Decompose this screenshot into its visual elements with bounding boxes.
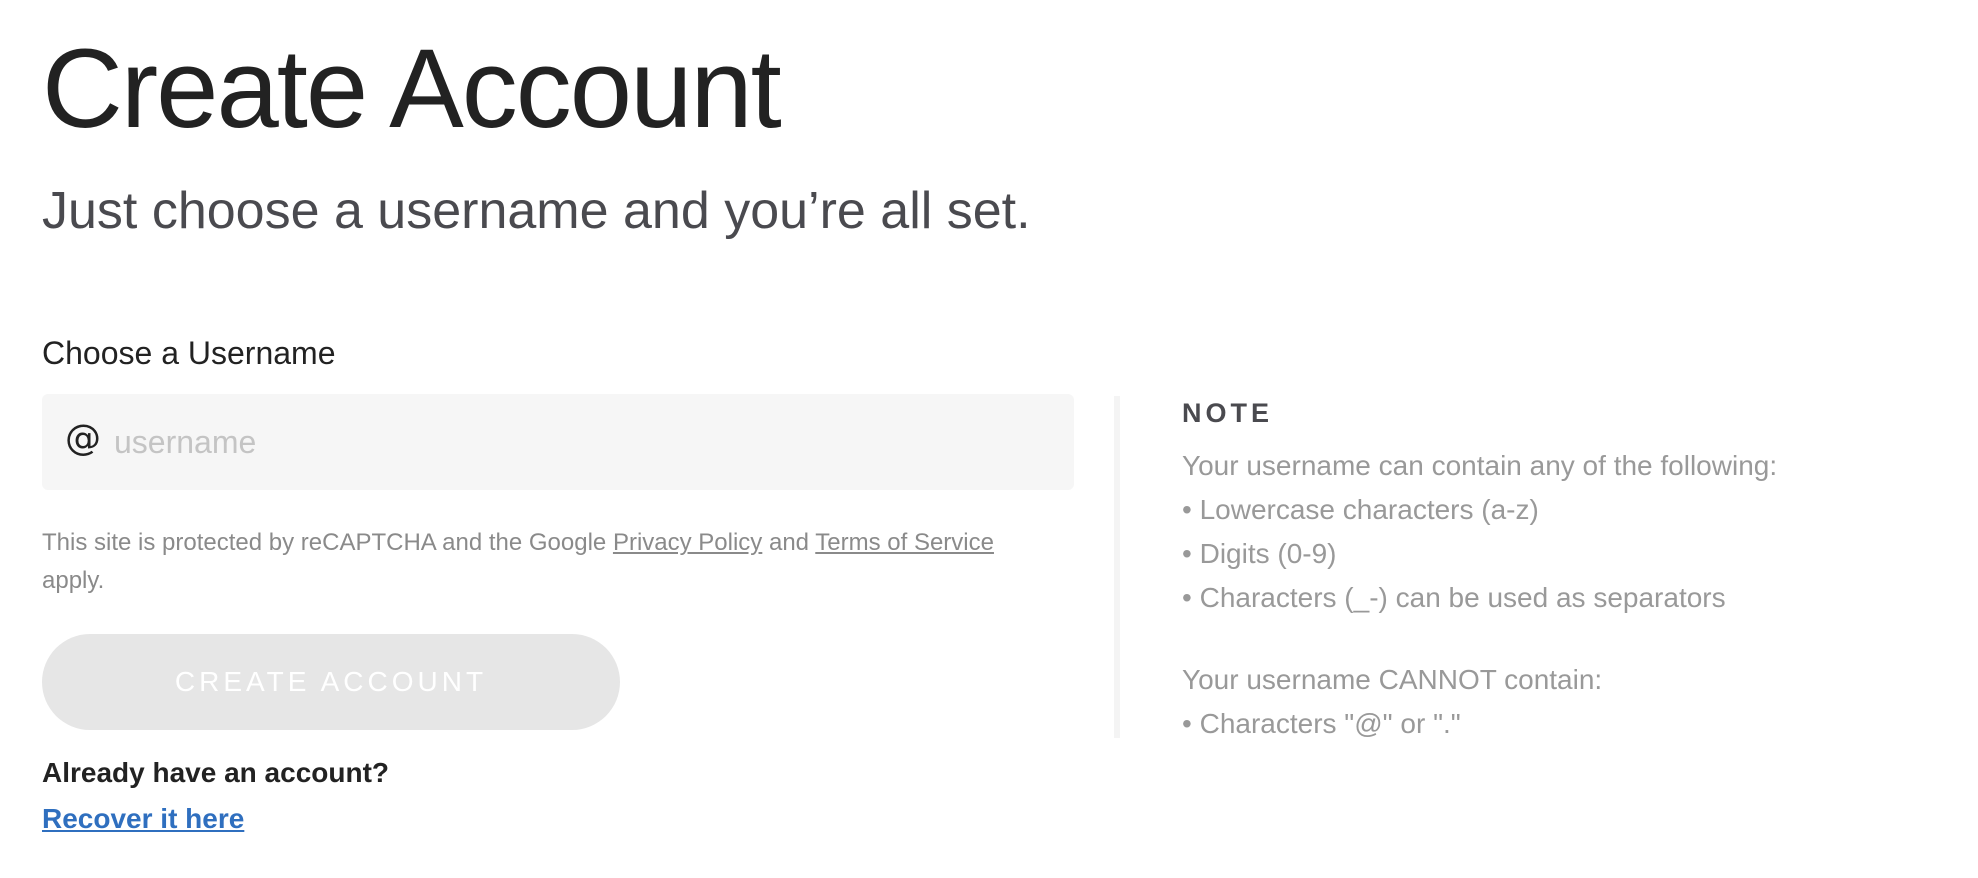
privacy-policy-link[interactable]: Privacy Policy xyxy=(613,529,762,556)
username-input[interactable] xyxy=(114,394,1054,491)
disallowed-list: Characters "@" or "." xyxy=(1182,702,1882,746)
list-item: Lowercase characters (a-z) xyxy=(1182,488,1882,532)
username-field[interactable]: @ xyxy=(42,394,1074,491)
already-have-account-text: Already have an account? xyxy=(42,757,390,789)
legal-suffix: apply. xyxy=(42,567,105,595)
disallowed-intro: Your username CANNOT contain: xyxy=(1182,664,1603,695)
recover-account-link[interactable]: Recover it here xyxy=(42,802,244,836)
username-form: Choose a Username @ This site is protect… xyxy=(42,334,1074,836)
allowed-list: Lowercase characters (a-z) Digits (0-9) … xyxy=(1182,488,1882,620)
terms-of-service-link[interactable]: Terms of Service xyxy=(815,529,994,556)
list-item: Characters (_-) can be used as separator… xyxy=(1182,576,1882,620)
recaptcha-notice: This site is protected by reCAPTCHA and … xyxy=(42,524,1042,600)
allowed-intro: Your username can contain any of the fol… xyxy=(1182,450,1778,481)
note-spacer xyxy=(1182,620,1882,658)
page-subtitle: Just choose a username and you’re all se… xyxy=(42,182,1031,240)
page-title: Create Account xyxy=(42,26,782,151)
create-account-button[interactable]: CREATE ACCOUNT xyxy=(42,634,620,731)
legal-and: and xyxy=(762,529,816,557)
list-item: Digits (0-9) xyxy=(1182,532,1882,576)
username-label: Choose a Username xyxy=(42,335,336,371)
note-heading: NOTE xyxy=(1182,398,1274,428)
legal-prefix: This site is protected by reCAPTCHA and … xyxy=(42,529,613,557)
column-divider xyxy=(1114,396,1120,738)
at-icon: @ xyxy=(65,418,101,460)
list-item: Characters "@" or "." xyxy=(1182,702,1882,746)
username-rules-note: NOTE Your username can contain any of th… xyxy=(1182,396,1882,746)
